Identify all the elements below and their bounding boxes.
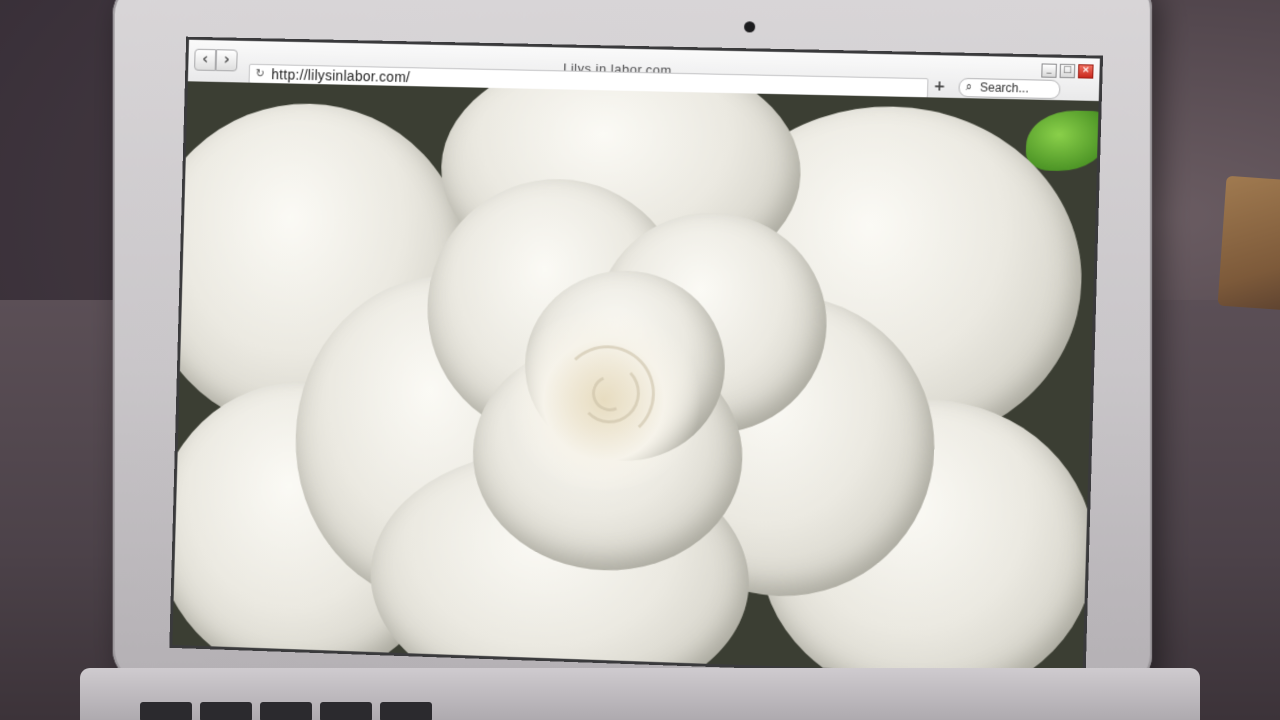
minimize-icon[interactable]: _	[1041, 63, 1057, 78]
url-text[interactable]: http://lilysinlabor.com/	[271, 66, 410, 85]
search-icon: ⌕	[965, 80, 973, 94]
laptop-base	[80, 668, 1200, 720]
chevron-left-icon[interactable]: ‹	[194, 48, 217, 71]
new-tab-button[interactable]: +	[930, 78, 949, 96]
chevron-right-icon[interactable]: ›	[215, 49, 238, 72]
keyboard-row	[140, 702, 432, 720]
flower-image	[172, 81, 1099, 678]
key[interactable]	[140, 702, 192, 720]
wooden-object	[1217, 175, 1280, 311]
search-input[interactable]: ⌕ Search...	[958, 77, 1061, 100]
reload-icon[interactable]: ↻	[256, 67, 265, 80]
key[interactable]	[320, 702, 372, 720]
key[interactable]	[380, 702, 432, 720]
key[interactable]	[200, 702, 252, 720]
key[interactable]	[260, 702, 312, 720]
maximize-icon[interactable]: □	[1059, 63, 1076, 79]
search-placeholder: Search...	[979, 80, 1029, 96]
close-icon[interactable]: ×	[1077, 64, 1094, 79]
scene: ‹ › Lilys in labor.com ↻ http://lilysinl…	[0, 0, 1280, 720]
laptop-screen: ‹ › Lilys in labor.com ↻ http://lilysinl…	[169, 36, 1104, 681]
window-controls: _ □ ×	[1041, 63, 1094, 79]
leaf	[1025, 109, 1099, 173]
webcam	[744, 21, 756, 33]
